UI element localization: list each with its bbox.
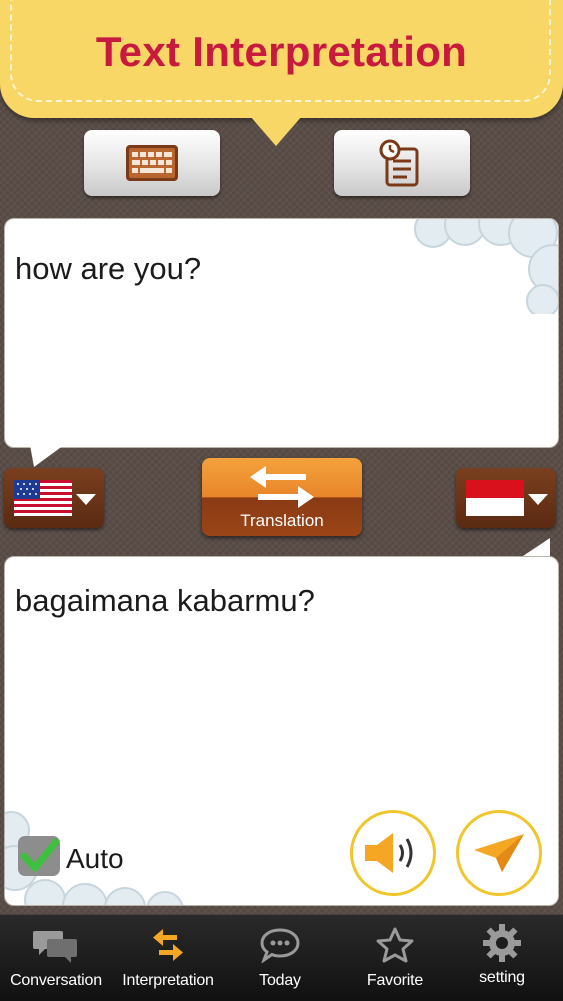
indonesia-flag-icon (466, 480, 524, 516)
source-card-tail (30, 445, 64, 467)
chevron-down-icon (528, 494, 548, 505)
nav-item-setting[interactable]: setting (454, 915, 550, 1001)
target-card-tail (520, 538, 550, 558)
target-text: bagaimana kabarmu? (15, 583, 315, 618)
nav-label: setting (479, 969, 525, 986)
paper-plane-icon (474, 834, 524, 872)
nav-item-favorite[interactable]: Favorite (336, 915, 454, 1001)
chat-bubbles-icon (33, 931, 77, 963)
cloud-decoration (414, 219, 558, 314)
speak-button[interactable] (350, 810, 436, 896)
send-button[interactable] (456, 810, 542, 896)
translation-label: Translation (240, 511, 324, 530)
title-banner: Text Interpretation (0, 0, 563, 118)
swap-arrows-icon (250, 466, 314, 508)
speech-bubble-icon (260, 928, 300, 963)
gear-icon (483, 924, 521, 962)
auto-checkbox[interactable] (18, 836, 60, 876)
us-flag-icon (14, 480, 72, 516)
keyboard-button[interactable] (84, 130, 220, 196)
clipboard-clock-icon (379, 139, 419, 187)
nav-label: Conversation (10, 972, 102, 989)
nav-item-interpretation[interactable]: Interpretation (112, 915, 224, 1001)
source-language-selector[interactable] (4, 468, 104, 528)
nav-item-today[interactable]: Today (224, 915, 336, 1001)
auto-label: Auto (66, 843, 124, 874)
checkmark-icon (20, 838, 60, 872)
chevron-down-icon (76, 494, 96, 505)
star-icon (376, 927, 414, 963)
target-language-selector[interactable] (456, 468, 556, 528)
banner-pointer (250, 116, 302, 146)
swap-arrows-icon (153, 929, 183, 961)
nav-label: Interpretation (122, 972, 214, 989)
source-text-card[interactable]: how are you? (4, 218, 559, 448)
speaker-icon (365, 833, 413, 873)
nav-label: Favorite (366, 972, 424, 989)
keyboard-icon (126, 145, 178, 181)
nav-label: Today (259, 972, 301, 989)
bottom-nav: Conversation Interpretation Today Favori… (0, 914, 563, 1001)
page-title: Text Interpretation (95, 28, 468, 75)
nav-item-conversation[interactable]: Conversation (0, 915, 112, 1001)
history-button[interactable] (334, 130, 470, 196)
translation-button[interactable]: Translation (202, 458, 362, 536)
source-text: how are you? (15, 251, 202, 286)
